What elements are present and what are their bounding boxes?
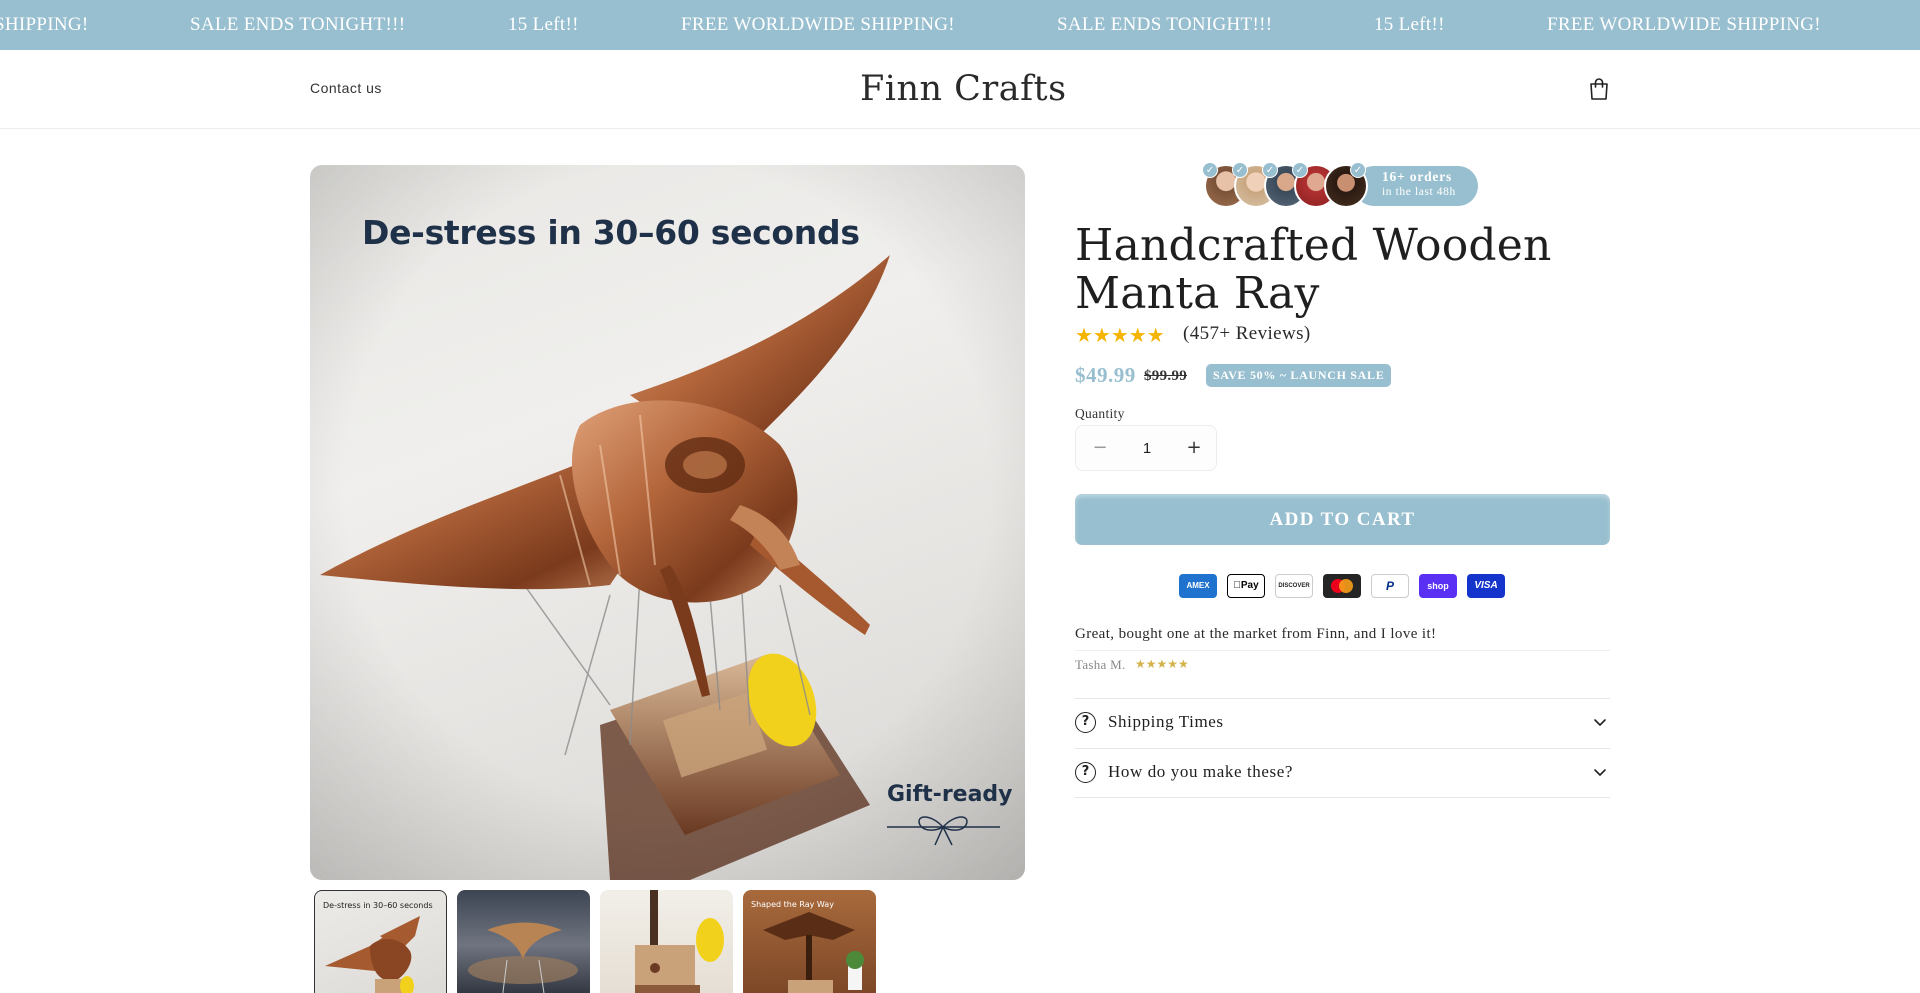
bag-icon[interactable] [1588, 77, 1610, 101]
review-quote: Great, bought one at the market from Fin… [1075, 626, 1437, 642]
thumbnail-3[interactable] [600, 890, 733, 993]
verified-check-icon: ✓ [1350, 162, 1366, 178]
orders-window: in the last 48h [1382, 186, 1456, 198]
announcement-message: FREE WORLDWIDE SHIPPING! [681, 14, 955, 35]
image-headline: De-stress in 30–60 seconds [362, 213, 860, 252]
thumbnail-2[interactable] [457, 890, 590, 993]
review-stars: ★★★★★ [1135, 657, 1189, 671]
accordion-shipping-times[interactable]: ? Shipping Times [1075, 698, 1610, 748]
social-proof-badge: ✓ ✓ ✓ ✓ ✓ 16+ orders in the last 48h [1202, 162, 1478, 208]
contact-link[interactable]: Contact us [310, 80, 382, 96]
visa-icon: VISA [1467, 574, 1505, 598]
accordion-label: How do you make these? [1108, 762, 1294, 781]
compare-price: $99.99 [1144, 368, 1188, 384]
gift-ready-label: Gift-ready [887, 782, 1013, 807]
quantity-input[interactable]: 1 [1124, 426, 1170, 472]
reviews-count[interactable]: (457+ Reviews) [1183, 323, 1311, 345]
announcement-message: 15 Left!! [508, 14, 579, 35]
sale-badge: SAVE 50% ~ LAUNCH SALE [1206, 364, 1392, 387]
shop-pay-icon: shop [1419, 574, 1457, 598]
product-title: Handcrafted Wooden Manta Ray [1075, 220, 1552, 319]
thumbnail-image [635, 890, 724, 993]
mastercard-icon [1323, 574, 1361, 598]
announcement-message: SALE ENDS TONIGHT!!! [1057, 14, 1273, 35]
paypal-icon: P [1371, 574, 1409, 598]
thumbnail-caption: De-stress in 30–60 seconds [323, 901, 433, 910]
amex-icon: AMEX [1179, 574, 1217, 598]
question-circle-icon: ? [1075, 712, 1096, 733]
announcement-message: SALE ENDS TONIGHT!!! [190, 14, 406, 35]
review-author: Tasha M. [1075, 657, 1126, 672]
site-header: Contact us Finn Crafts [0, 50, 1920, 129]
verified-check-icon: ✓ [1232, 162, 1248, 178]
apple-pay-icon: Pay [1227, 574, 1265, 598]
chevron-down-icon [1590, 712, 1610, 732]
manta-ray-illustration [310, 165, 1025, 880]
announcement-message: 15 Left!! [1374, 14, 1445, 35]
add-to-cart-button[interactable]: ADD TO CART [1075, 494, 1610, 545]
announcement-bar: SHIPPING! SALE ENDS TONIGHT!!! 15 Left!!… [0, 0, 1920, 50]
chevron-down-icon [1590, 762, 1610, 782]
question-circle-icon: ? [1075, 762, 1096, 783]
product-main-image[interactable]: De-stress in 30–60 seconds Gift-ready [310, 165, 1025, 880]
verified-check-icon: ✓ [1202, 162, 1218, 178]
announcement-message: FREE WORLDWIDE SHIPPING! [1547, 14, 1821, 35]
thumbnail-image [468, 922, 578, 993]
sale-price: $49.99 [1075, 363, 1136, 387]
thumbnail-4[interactable]: Shaped the Ray Way [743, 890, 876, 993]
review-divider [1075, 650, 1610, 651]
accordion-how-made[interactable]: ? How do you make these? [1075, 748, 1610, 798]
verified-check-icon: ✓ [1292, 162, 1308, 178]
quantity-increase-button[interactable]: + [1170, 426, 1218, 472]
orders-count: 16+ orders [1382, 169, 1453, 184]
accordion-label: Shipping Times [1108, 712, 1224, 731]
quantity-decrease-button[interactable]: − [1076, 426, 1124, 472]
quantity-label: Quantity [1075, 406, 1125, 421]
brand-logo[interactable]: Finn Crafts [860, 69, 1066, 109]
quantity-stepper: − 1 + [1075, 425, 1217, 471]
thumbnail-caption: Shaped the Ray Way [751, 900, 834, 909]
announcement-message: SHIPPING! [0, 14, 89, 35]
discover-icon: DISCOVER [1275, 574, 1313, 598]
rating-stars: ★★★★★ [1075, 323, 1165, 347]
thumbnail-1[interactable]: De-stress in 30–60 seconds [314, 890, 447, 993]
verified-check-icon: ✓ [1262, 162, 1278, 178]
